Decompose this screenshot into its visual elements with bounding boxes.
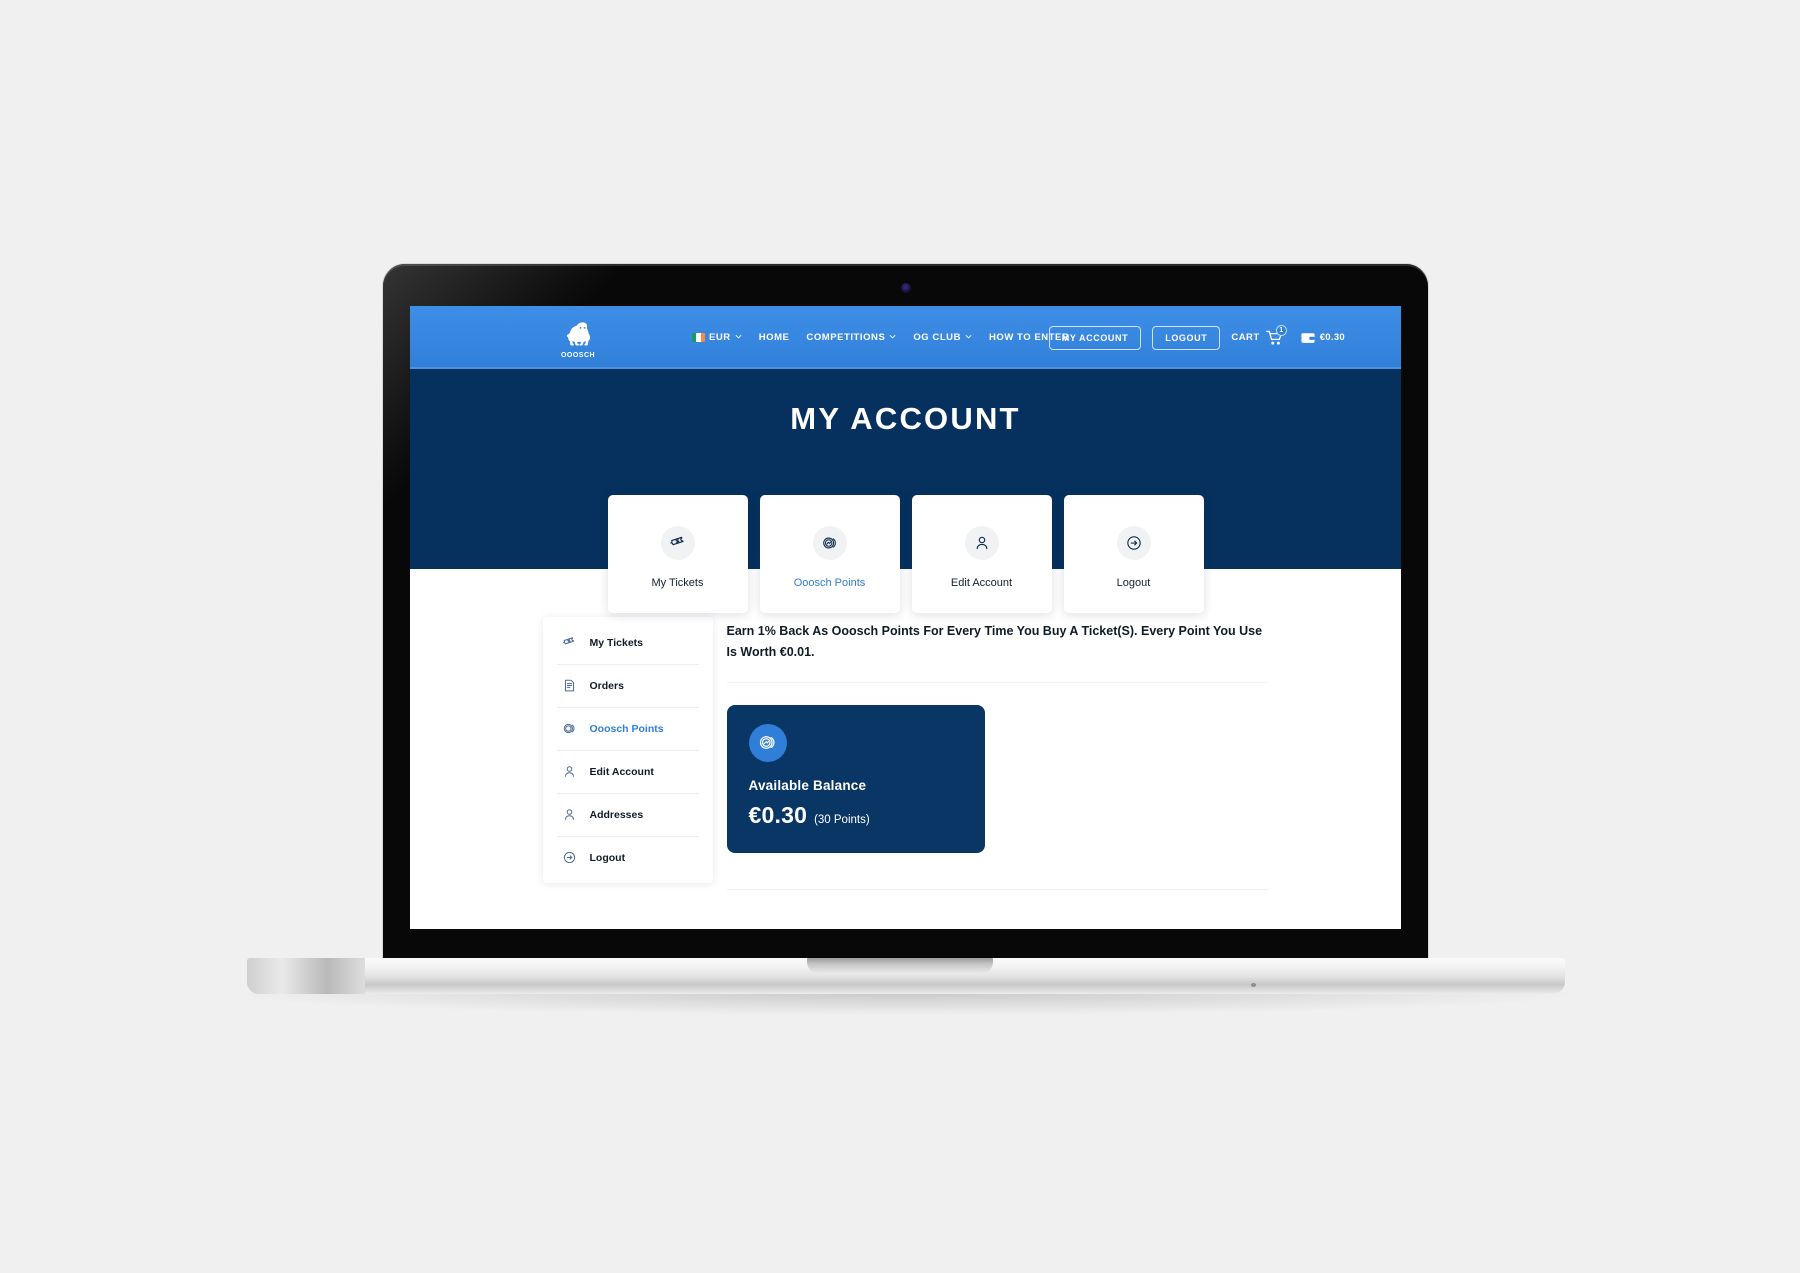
sidebar-item-logout[interactable]: Logout [543,836,713,879]
logout-button[interactable]: LOGOUT [1152,325,1221,350]
nav-item-label: HOME [758,332,790,343]
balance-amount: €0.30 [748,801,808,828]
user-icon [964,525,999,560]
coins-icon [561,720,578,737]
content-divider-bottom [726,888,1269,890]
nav-item-label: OG CLUB [913,332,961,343]
hero-section: MY ACCOUNT My Tickets Ooosch Points Edit… [410,369,1401,613]
ticket-icon [660,525,695,560]
nav-currency-selector[interactable]: EUR [692,332,742,343]
content-divider [726,681,1269,683]
nav-item-competitions[interactable]: COMPETITIONS [806,332,896,343]
sidebar-item-label: Addresses [589,808,644,821]
logout-arrow-icon [561,849,578,866]
webcam-icon [900,283,911,293]
account-card-my-tickets[interactable]: My Tickets [607,495,748,613]
sidebar-item-label: Orders [589,679,624,692]
chevron-down-icon [965,335,972,339]
laptop-base-notch [807,958,993,973]
page-title: MY ACCOUNT [790,401,1021,436]
laptop-shadow [230,993,1580,1015]
logo-wordmark: OOOSCH [560,352,596,359]
ireland-flag-icon [692,333,705,342]
nav-actions: MY ACCOUNT LOGOUT CART 1 €0.30 [1048,306,1345,369]
primary-nav: EUR HOME COMPETITIONS OG CLUB HOW TO ENT… [692,306,1069,369]
chevron-down-icon [735,335,742,339]
sidebar-item-addresses[interactable]: Addresses [543,793,713,836]
account-sidebar: My Tickets Orders Ooosch Points Edit Acc… [542,617,713,883]
account-card-label: Edit Account [950,576,1013,589]
account-card-edit-account[interactable]: Edit Account [911,495,1052,613]
coins-icon [748,723,787,762]
site-navbar: OOOSCH EUR HOME COMPETITIONS OG CLUB HOW… [410,306,1401,369]
points-main-content: Earn 1% Back As Ooosch Points For Every … [726,617,1269,890]
ticket-icon [561,634,578,651]
sidebar-item-my-tickets[interactable]: My Tickets [543,621,713,664]
available-balance-card: Available Balance €0.30 (30 Points) [726,704,985,853]
nav-item-home[interactable]: HOME [759,332,790,343]
user-icon [561,763,578,780]
account-card-logout[interactable]: Logout [1063,495,1204,613]
sidebar-item-edit-account[interactable]: Edit Account [543,750,713,793]
coins-icon [812,525,847,560]
screenshot-stage: OOOSCH EUR HOME COMPETITIONS OG CLUB HOW… [0,0,1800,1273]
laptop-base-dot [1251,983,1256,987]
laptop-lid: OOOSCH EUR HOME COMPETITIONS OG CLUB HOW… [383,264,1428,964]
nav-item-label: COMPETITIONS [806,332,886,343]
sidebar-item-label: Ooosch Points [589,722,664,735]
wallet-icon [1301,332,1315,343]
laptop-screen: OOOSCH EUR HOME COMPETITIONS OG CLUB HOW… [410,306,1401,929]
account-card-ooosch-points[interactable]: Ooosch Points [759,495,900,613]
sidebar-item-label: Logout [589,851,626,864]
my-account-button[interactable]: MY ACCOUNT [1048,325,1142,350]
sidebar-item-label: My Tickets [589,636,644,649]
cart-label: CART [1231,332,1260,343]
chevron-down-icon [889,335,896,339]
laptop-base-left-cap [247,958,365,994]
account-card-row: My Tickets Ooosch Points Edit Account Lo… [607,495,1204,613]
sidebar-item-ooosch-points[interactable]: Ooosch Points [543,707,713,750]
sidebar-item-orders[interactable]: Orders [543,664,713,707]
cart-count-badge: 1 [1275,325,1287,336]
page-body: My Tickets Orders Ooosch Points Edit Acc… [410,569,1401,929]
nav-item-og-club[interactable]: OG CLUB [913,332,972,343]
account-card-label: Logout [1116,576,1151,589]
account-card-label: My Tickets [651,576,704,589]
wallet-balance[interactable]: €0.30 [1301,332,1345,344]
account-card-label: Ooosch Points [793,576,866,589]
points-intro-text: Earn 1% Back As Ooosch Points For Every … [726,624,1263,660]
sidebar-item-label: Edit Account [589,765,654,778]
nav-currency-label: EUR [709,332,731,343]
balance-points: (30 Points) [814,813,870,826]
logout-arrow-icon [1116,525,1151,560]
ooosch-gorilla-logo[interactable]: OOOSCH [552,312,604,364]
user-icon [561,806,578,823]
balance-label: Available Balance [748,777,867,793]
cart-button[interactable]: CART 1 [1231,325,1287,347]
orders-document-icon [561,677,578,694]
wallet-amount: €0.30 [1319,332,1345,343]
